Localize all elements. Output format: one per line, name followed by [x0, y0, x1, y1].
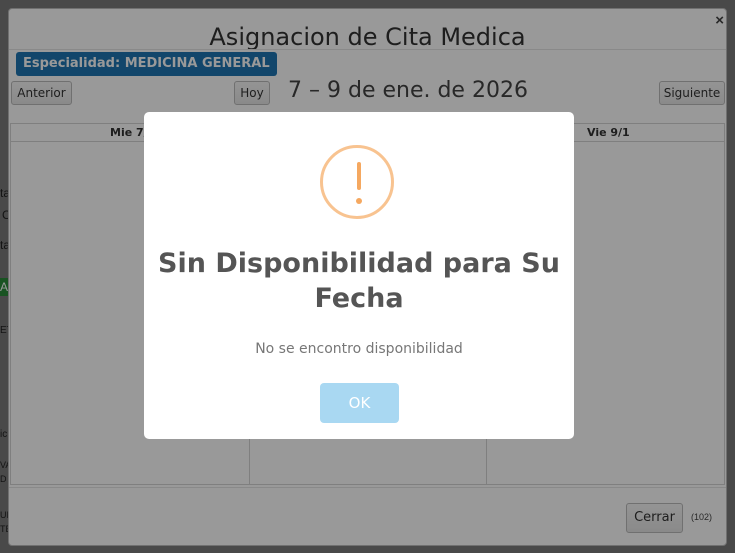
alert-message: No se encontro disponibilidad: [255, 341, 463, 357]
alert-title: Sin Disponibilidad para Su Fecha: [158, 248, 560, 314]
warning-icon: [320, 145, 394, 219]
warning-icon-bar: [357, 162, 361, 190]
warning-icon-dot: [356, 198, 362, 204]
ok-button[interactable]: OK: [320, 383, 399, 423]
alert-dialog: Sin Disponibilidad para Su Fecha No se e…: [144, 112, 574, 439]
